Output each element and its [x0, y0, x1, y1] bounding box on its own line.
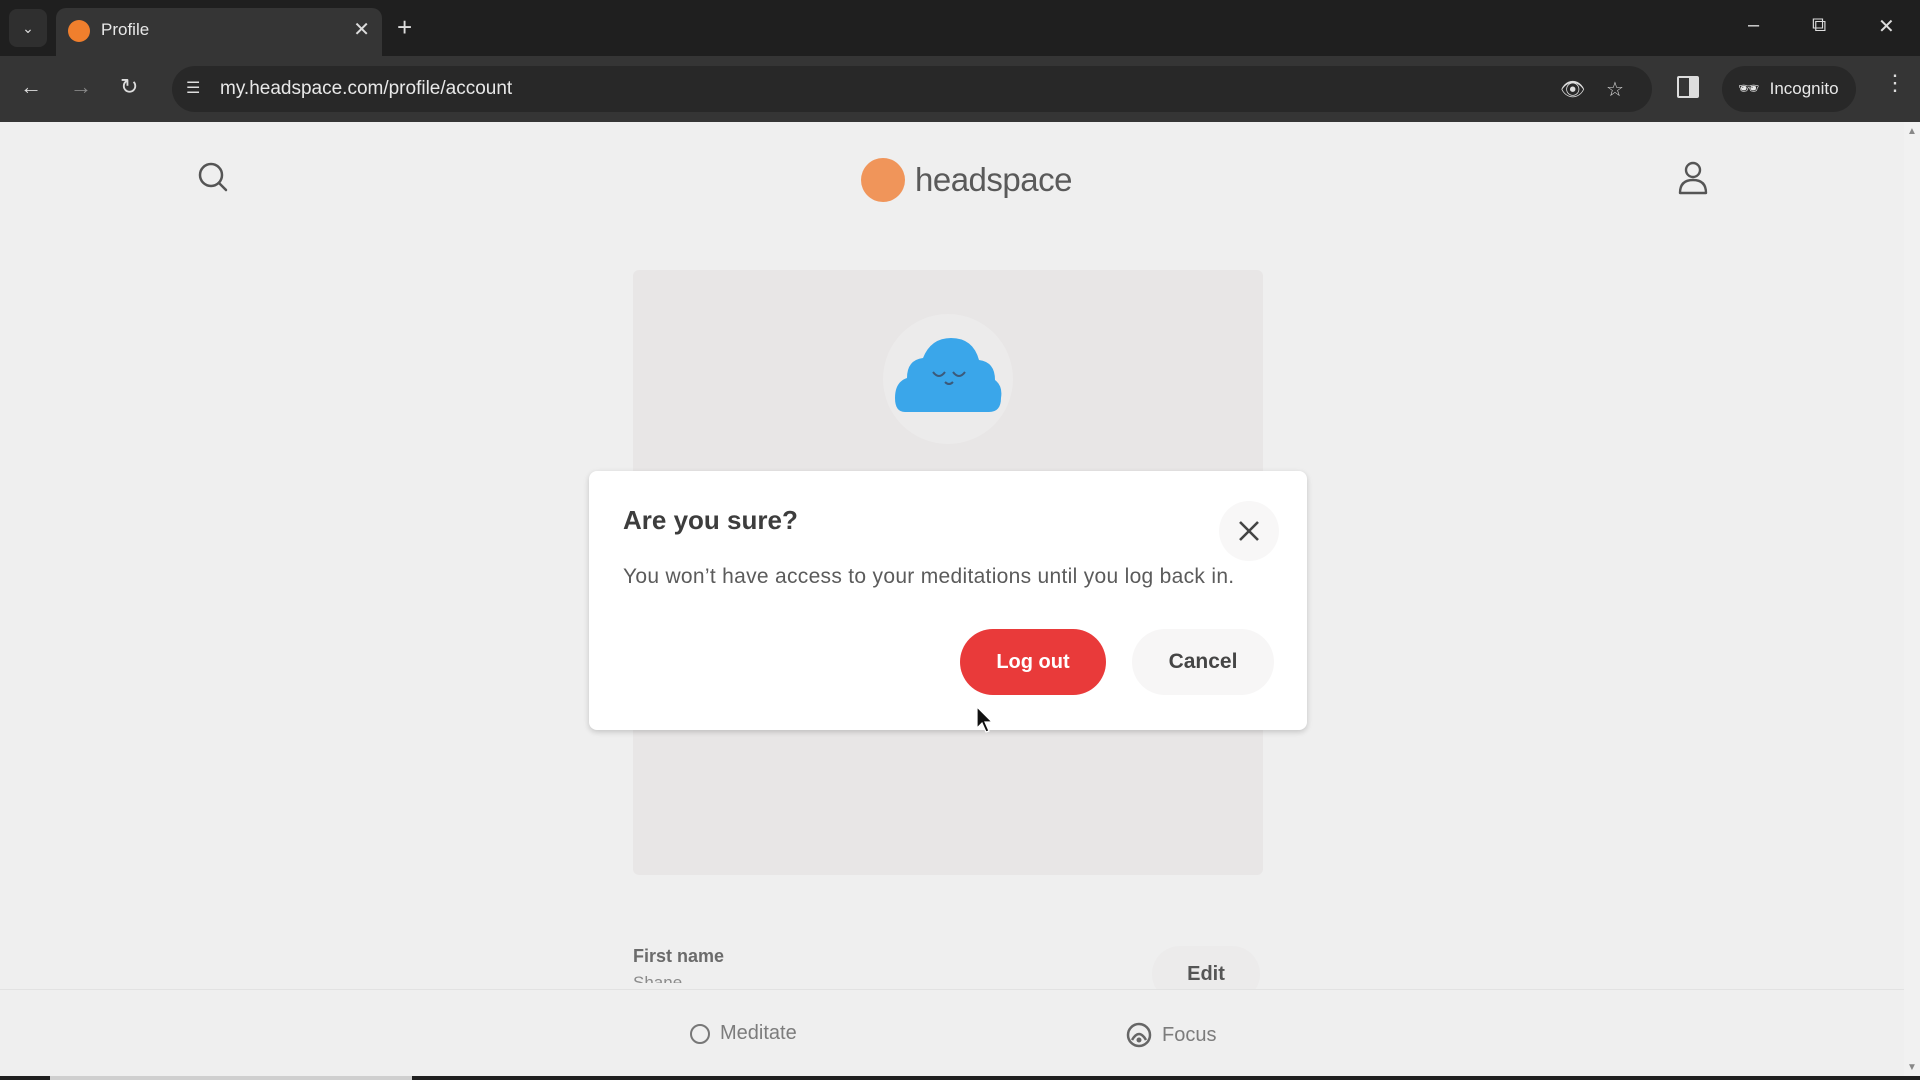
taskbar-strip	[0, 1076, 1920, 1080]
log-out-button[interactable]: Log out	[960, 629, 1106, 695]
tab-title: Profile	[101, 20, 150, 39]
dialog-close-button[interactable]	[1219, 501, 1279, 561]
logo-text: headspace	[915, 161, 1072, 198]
nav-label: Focus	[1162, 1023, 1217, 1046]
scroll-down-icon[interactable]: ▼	[1907, 1062, 1917, 1073]
incognito-indicator[interactable]: 🕶 Incognito	[1722, 66, 1856, 112]
site-settings-icon[interactable]: ☰	[186, 78, 200, 98]
tab-search-button[interactable]: ⌄	[9, 9, 47, 47]
close-tab-icon[interactable]: ✕	[353, 17, 370, 42]
more-menu-icon[interactable]: ⋮	[1884, 70, 1906, 96]
scroll-up-icon[interactable]: ▲	[1907, 126, 1917, 137]
nav-meditate[interactable]: Meditate	[690, 1022, 797, 1045]
close-icon	[1239, 521, 1259, 541]
dialog-message: You won’t have access to your meditation…	[623, 565, 1235, 588]
address-bar[interactable]: ☰ my.headspace.com/profile/account 👁 ☆	[172, 66, 1652, 112]
favicon-icon	[68, 20, 90, 42]
browser-tab-profile[interactable]: Profile ✕	[56, 8, 382, 56]
eye-slash-icon[interactable]: 👁	[1560, 77, 1585, 102]
new-tab-button[interactable]: +	[397, 12, 412, 42]
taskbar-segment	[50, 1076, 412, 1080]
cloud-avatar-icon	[895, 338, 1002, 412]
cancel-button[interactable]: Cancel	[1132, 629, 1274, 695]
headspace-logo[interactable]: headspace	[861, 158, 1072, 202]
restore-icon[interactable]: ⧉	[1812, 14, 1826, 37]
logout-confirm-dialog: Are you sure? You won’t have access to y…	[589, 471, 1307, 730]
user-icon[interactable]	[1676, 160, 1710, 196]
incognito-label: Incognito	[1769, 79, 1839, 98]
browser-tab-bar: ⌄ Profile ✕ + – ⧉ ✕	[0, 0, 1920, 56]
back-icon[interactable]: ←	[20, 74, 42, 100]
page-scrollbar[interactable]: ▲ ▼	[1904, 122, 1920, 1080]
focus-icon	[1126, 1022, 1152, 1048]
mouse-cursor-icon	[976, 706, 994, 733]
nav-focus[interactable]: Focus	[1126, 1022, 1216, 1048]
chevron-down-icon: ⌄	[22, 19, 34, 36]
bottom-nav: Meditate Focus	[0, 989, 1904, 1076]
search-icon[interactable]	[196, 160, 230, 194]
star-icon[interactable]: ☆	[1606, 77, 1624, 102]
side-panel-icon[interactable]	[1677, 76, 1699, 98]
window-close-icon[interactable]: ✕	[1878, 14, 1895, 39]
nav-label: Meditate	[720, 1022, 797, 1044]
circle-icon	[690, 1023, 710, 1044]
minimize-icon[interactable]: –	[1748, 14, 1759, 37]
browser-toolbar: ← → ↻ ☰ my.headspace.com/profile/account…	[0, 56, 1920, 122]
logo-dot-icon	[861, 158, 905, 202]
dialog-title: Are you sure?	[623, 505, 798, 535]
forward-icon[interactable]: →	[70, 74, 92, 100]
url-text[interactable]: my.headspace.com/profile/account	[220, 78, 512, 100]
incognito-icon: 🕶	[1738, 79, 1760, 98]
reload-icon[interactable]: ↻	[120, 74, 138, 100]
